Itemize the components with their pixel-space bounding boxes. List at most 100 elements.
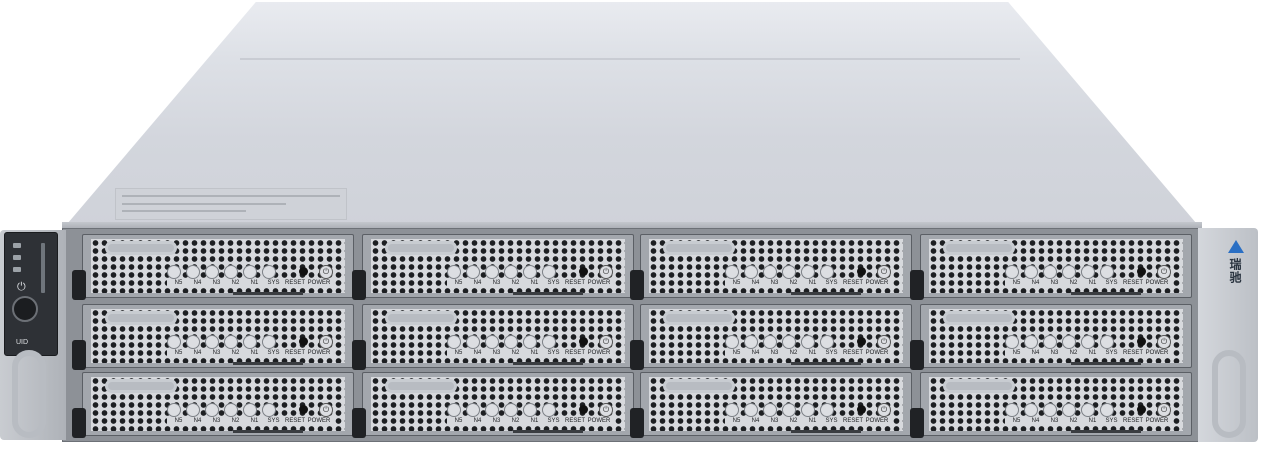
- status-led: [485, 403, 499, 417]
- bay-led-row: [447, 265, 556, 279]
- bay-label: N5: [174, 280, 183, 286]
- bay-pull-handle[interactable]: [385, 379, 457, 393]
- power-button[interactable]: ⏻: [319, 335, 333, 349]
- uid-button[interactable]: [12, 296, 38, 322]
- bay-label: SYS: [547, 350, 560, 356]
- bay-release-latch[interactable]: [72, 270, 86, 300]
- bay-slot-bar: [233, 362, 303, 365]
- bay-pull-handle[interactable]: [943, 311, 1015, 325]
- bay-label: RESET: [284, 280, 305, 286]
- status-led: [13, 243, 21, 248]
- bay-release-latch[interactable]: [352, 408, 366, 438]
- bay-label: RESET: [284, 350, 305, 356]
- bay-slot-bar: [513, 292, 583, 295]
- drive-bay[interactable]: ⏻ N5 N4 N3 N2 N1 SYS RESET POWER: [640, 372, 912, 436]
- reset-button[interactable]: [1137, 337, 1146, 346]
- bay-label: RESET: [284, 418, 305, 424]
- power-button[interactable]: ⏻: [319, 265, 333, 279]
- status-led: [1005, 403, 1019, 417]
- bay-pull-handle[interactable]: [385, 241, 457, 255]
- bay-release-latch[interactable]: [910, 408, 924, 438]
- status-led: [725, 403, 739, 417]
- bay-pull-handle[interactable]: [105, 311, 177, 325]
- status-led: [782, 335, 796, 349]
- reset-button[interactable]: [579, 267, 588, 276]
- right-rack-handle[interactable]: [1212, 350, 1246, 438]
- bay-label: N4: [751, 418, 760, 424]
- power-button[interactable]: ⏻: [599, 403, 613, 417]
- drive-bay[interactable]: ⏻ N5 N4 N3 N2 N1 SYS RESET POWER: [640, 234, 912, 298]
- status-led: [1062, 335, 1076, 349]
- reset-button[interactable]: [1137, 267, 1146, 276]
- reset-button[interactable]: [579, 337, 588, 346]
- power-button[interactable]: ⏻: [877, 335, 891, 349]
- top-label-sticker: [115, 188, 347, 220]
- power-button[interactable]: ⏻: [877, 403, 891, 417]
- bay-pull-handle[interactable]: [105, 379, 177, 393]
- power-button[interactable]: ⏻: [1157, 403, 1171, 417]
- power-button[interactable]: ⏻: [599, 265, 613, 279]
- drive-bay[interactable]: ⏻ N5 N4 N3 N2 N1 SYS RESET POWER: [362, 234, 634, 298]
- bay-label: N2: [1069, 350, 1078, 356]
- bay-pull-handle[interactable]: [105, 241, 177, 255]
- bay-label: N4: [193, 280, 202, 286]
- bay-label: N3: [212, 280, 221, 286]
- bay-slot-bar: [791, 362, 861, 365]
- status-led: [523, 265, 537, 279]
- reset-button[interactable]: [299, 267, 308, 276]
- drive-bay[interactable]: ⏻ N5 N4 N3 N2 N1 SYS RESET POWER: [920, 372, 1192, 436]
- bay-pull-handle[interactable]: [385, 311, 457, 325]
- power-button[interactable]: ⏻: [599, 335, 613, 349]
- status-led: [763, 265, 777, 279]
- bay-release-latch[interactable]: [630, 270, 644, 300]
- bay-label: N4: [193, 350, 202, 356]
- bay-release-latch[interactable]: [72, 340, 86, 370]
- bay-label: N5: [454, 280, 463, 286]
- power-button[interactable]: ⏻: [1157, 265, 1171, 279]
- drive-bay[interactable]: ⏻ N5 N4 N3 N2 N1 SYS RESET POWER: [362, 304, 634, 368]
- drive-bay[interactable]: ⏻ N5 N4 N3 N2 N1 SYS RESET POWER: [82, 234, 354, 298]
- bay-label: SYS: [1105, 418, 1118, 424]
- power-button[interactable]: ⏻: [877, 265, 891, 279]
- reset-button[interactable]: [299, 405, 308, 414]
- reset-button[interactable]: [857, 405, 866, 414]
- bay-pull-handle[interactable]: [663, 311, 735, 325]
- bay-label: POWER: [865, 280, 889, 286]
- status-led: [763, 403, 777, 417]
- bay-pull-handle[interactable]: [943, 379, 1015, 393]
- bay-release-latch[interactable]: [630, 408, 644, 438]
- drive-bay[interactable]: ⏻ N5 N4 N3 N2 N1 SYS RESET POWER: [82, 304, 354, 368]
- bay-label: N2: [231, 280, 240, 286]
- status-led: [820, 403, 834, 417]
- reset-button[interactable]: [299, 337, 308, 346]
- bay-release-latch[interactable]: [910, 340, 924, 370]
- reset-button[interactable]: [579, 405, 588, 414]
- drive-bay[interactable]: ⏻ N5 N4 N3 N2 N1 SYS RESET POWER: [920, 234, 1192, 298]
- bay-pull-handle[interactable]: [663, 379, 735, 393]
- bay-release-latch[interactable]: [352, 340, 366, 370]
- reset-button[interactable]: [857, 267, 866, 276]
- drive-bay[interactable]: ⏻ N5 N4 N3 N2 N1 SYS RESET POWER: [362, 372, 634, 436]
- bay-release-latch[interactable]: [910, 270, 924, 300]
- bay-label: RESET: [842, 350, 863, 356]
- reset-button[interactable]: [857, 337, 866, 346]
- bay-pull-handle[interactable]: [663, 241, 735, 255]
- bay-label: RESET: [564, 350, 585, 356]
- bay-release-latch[interactable]: [72, 408, 86, 438]
- drive-bay[interactable]: ⏻ N5 N4 N3 N2 N1 SYS RESET POWER: [640, 304, 912, 368]
- power-button[interactable]: ⏻: [319, 403, 333, 417]
- reset-button[interactable]: [1137, 405, 1146, 414]
- bay-pull-handle[interactable]: [943, 241, 1015, 255]
- bay-label: N1: [808, 280, 817, 286]
- left-rack-handle[interactable]: [12, 350, 46, 438]
- status-led: [1024, 335, 1038, 349]
- drive-bay[interactable]: ⏻ N5 N4 N3 N2 N1 SYS RESET POWER: [82, 372, 354, 436]
- power-button[interactable]: ⏻: [1157, 335, 1171, 349]
- status-led: [186, 265, 200, 279]
- bay-led-row: [167, 335, 276, 349]
- bay-label: SYS: [825, 418, 838, 424]
- bay-release-latch[interactable]: [630, 340, 644, 370]
- bay-slot-bar: [513, 430, 583, 433]
- drive-bay[interactable]: ⏻ N5 N4 N3 N2 N1 SYS RESET POWER: [920, 304, 1192, 368]
- bay-release-latch[interactable]: [352, 270, 366, 300]
